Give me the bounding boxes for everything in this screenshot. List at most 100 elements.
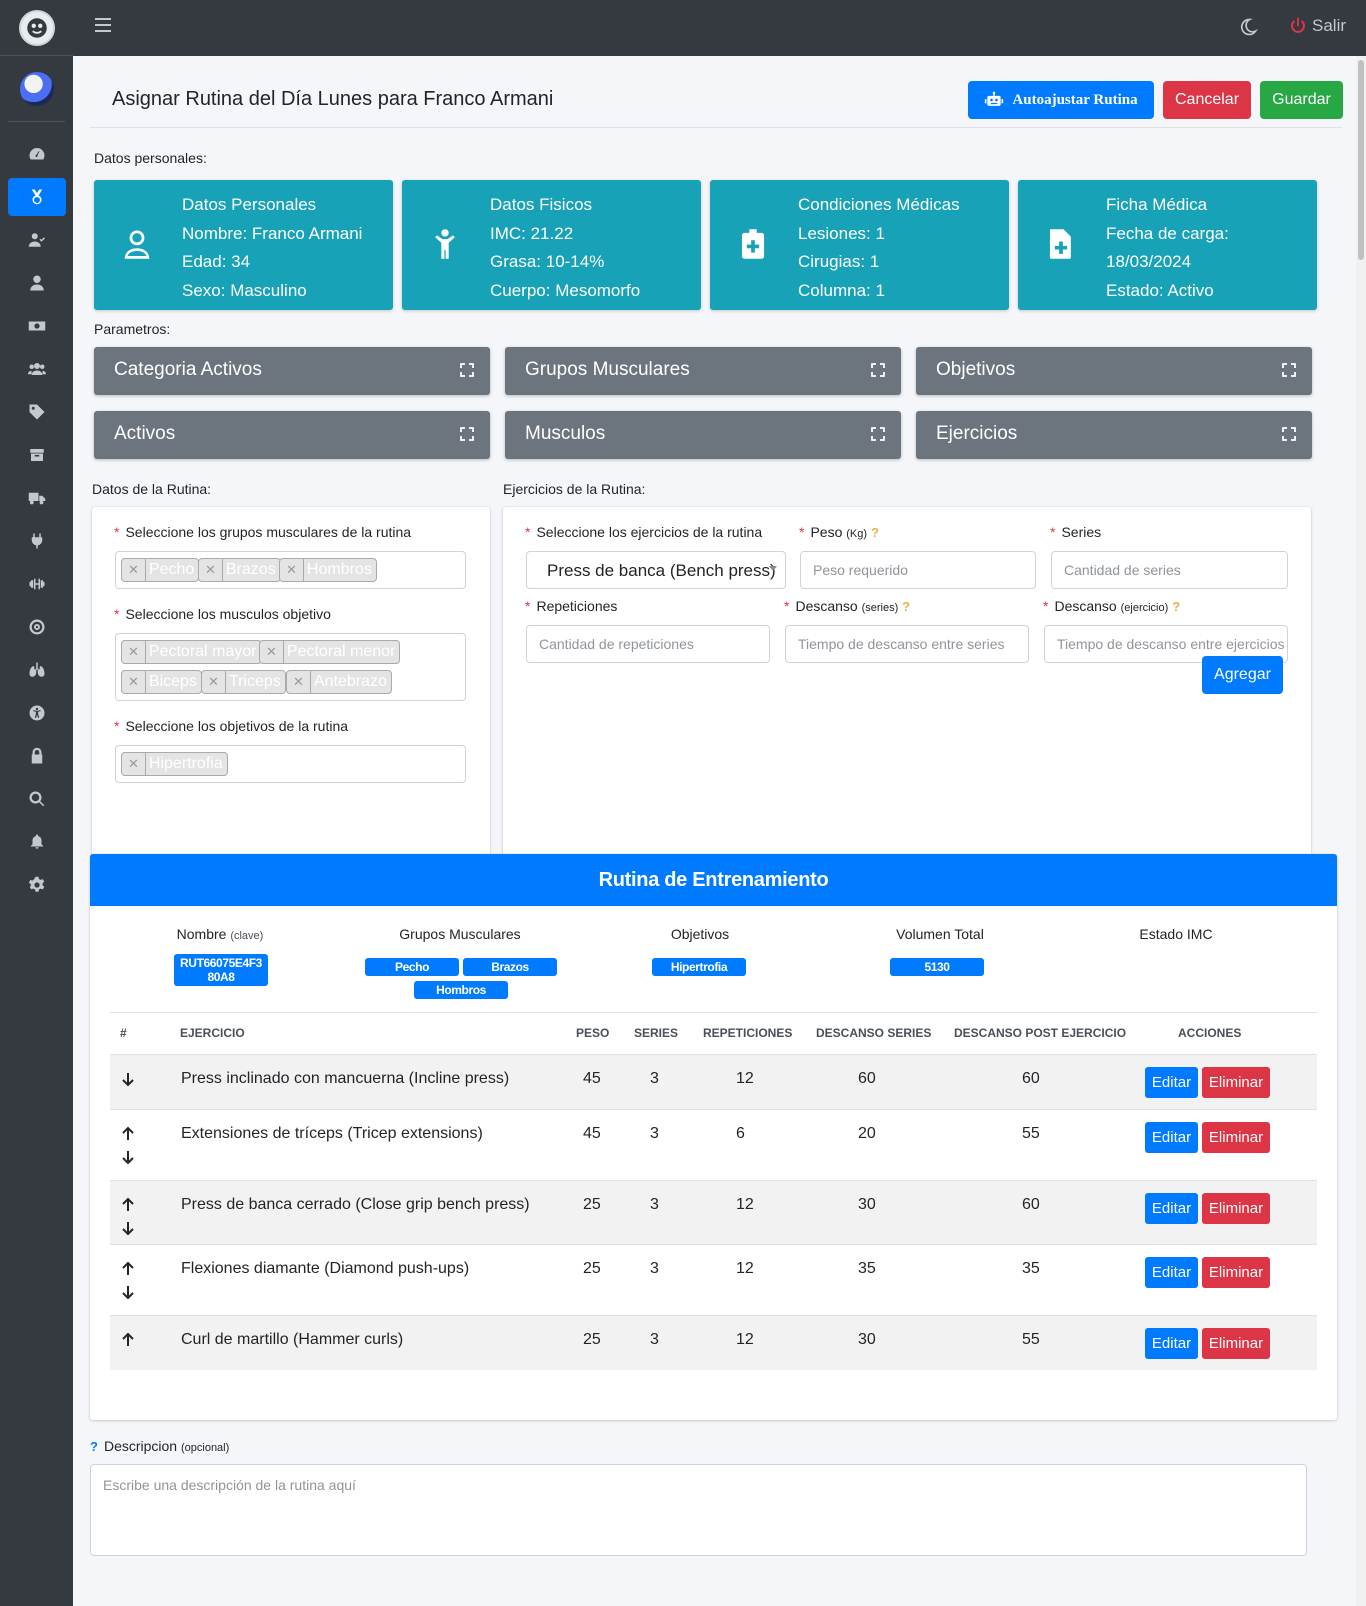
delete-button[interactable]: Eliminar (1202, 1193, 1270, 1224)
arrow-up-icon[interactable] (120, 1261, 136, 1277)
sidebar-item-notifications[interactable] (8, 823, 66, 861)
arrow-down-icon[interactable] (120, 1220, 136, 1236)
arrow-up-icon[interactable] (120, 1197, 136, 1213)
arrow-down-icon[interactable] (120, 1284, 136, 1300)
remove-icon[interactable]: ✕ (287, 671, 311, 693)
arrow-up-icon[interactable] (120, 1126, 136, 1142)
weight-input[interactable]: Peso requerido (800, 551, 1036, 589)
expand-icon[interactable] (1282, 363, 1296, 377)
autoajustar-button[interactable]: Autoajustar Rutina (968, 81, 1154, 119)
delete-button[interactable]: Eliminar (1202, 1328, 1270, 1359)
remove-icon[interactable]: ✕ (122, 753, 146, 775)
menu-toggle-icon[interactable] (95, 18, 111, 32)
goals-multiselect[interactable]: ✕ Hipertrofia (115, 745, 466, 783)
sidebar-item-users[interactable] (8, 350, 66, 388)
sidebar-item-accessibility[interactable] (8, 694, 66, 732)
sidebar-item-supplements[interactable] (8, 522, 66, 560)
table-row: Curl de martillo (Hammer curls) 25 3 12 30 55… (110, 1315, 1317, 1370)
groups-multiselect[interactable]: ✕ Pecho ✕ Brazos ✕ Hombros (115, 551, 466, 589)
brand-logo[interactable] (0, 0, 73, 56)
cancel-button[interactable]: Cancelar (1163, 81, 1251, 119)
reps-value: 12 (736, 1331, 754, 1348)
avatar[interactable] (19, 71, 54, 106)
exercise-select[interactable]: Press de banca (Bench press) (526, 551, 786, 589)
chip-hipertrofia[interactable]: ✕ Hipertrofia (121, 752, 228, 776)
param-card-ejercicios[interactable]: Ejercicios (916, 411, 1312, 459)
sidebar-item-settings[interactable] (8, 866, 66, 904)
chip-hombros[interactable]: ✕ Hombros (279, 558, 377, 582)
param-card-categoria-activos[interactable]: Categoria Activos (94, 347, 490, 395)
sidebar-item-goals[interactable] (8, 608, 66, 646)
question-icon: ? (870, 525, 879, 540)
chip-pecho[interactable]: ✕ Pecho (121, 558, 200, 582)
sidebar-item-dashboard[interactable] (8, 135, 66, 173)
info-box-physical: Datos Fisicos IMC: 21.22 Grasa: 10-14% C… (402, 180, 701, 310)
remove-icon[interactable]: ✕ (122, 559, 146, 581)
chip-pectoral-mayor[interactable]: ✕ Pectoral mayor (121, 640, 262, 664)
summary-groups-label: Grupos Musculares (399, 926, 521, 942)
expand-icon[interactable] (460, 363, 474, 377)
param-card-activos[interactable]: Activos (94, 411, 490, 459)
expand-icon[interactable] (871, 363, 885, 377)
edit-button[interactable]: Editar (1145, 1122, 1198, 1153)
param-card-objetivos[interactable]: Objetivos (916, 347, 1312, 395)
sidebar-item-payments[interactable] (8, 307, 66, 345)
series-input[interactable]: Cantidad de series (1051, 551, 1288, 589)
expand-icon[interactable] (871, 427, 885, 441)
remove-icon[interactable]: ✕ (122, 671, 146, 693)
reps-input[interactable]: Cantidad de repeticiones (526, 625, 770, 663)
sidebar-item-security[interactable] (8, 737, 66, 775)
edit-button[interactable]: Editar (1145, 1257, 1198, 1288)
remove-icon[interactable]: ✕ (202, 671, 226, 693)
chip-antebrazo[interactable]: ✕ Antebrazo (286, 670, 392, 694)
description-textarea[interactable]: Escribe una descripción de la rutina aqu… (90, 1464, 1307, 1556)
param-card-grupos-musculares[interactable]: Grupos Musculares (505, 347, 901, 395)
sidebar-item-tags[interactable] (8, 393, 66, 431)
scrollbar-thumb[interactable] (1358, 60, 1364, 260)
sidebar (0, 0, 73, 1606)
muscles-multiselect[interactable]: ✕ Pectoral mayor ✕ Pectoral menor ✕ Biceps … (115, 633, 466, 701)
remove-icon[interactable]: ✕ (260, 641, 284, 663)
volume-badge: 5130 (890, 958, 984, 976)
arrow-up-icon[interactable] (120, 1332, 136, 1348)
arrow-down-icon[interactable] (120, 1149, 136, 1165)
logout-button[interactable]: Salir (1289, 16, 1346, 36)
chip-brazos[interactable]: ✕ Brazos (198, 558, 281, 582)
param-card-musculos[interactable]: Musculos (505, 411, 901, 459)
arrow-down-icon[interactable] (120, 1071, 136, 1087)
page-scrollbar[interactable] (1356, 56, 1366, 1606)
remove-icon[interactable]: ✕ (280, 559, 304, 581)
chip-triceps[interactable]: ✕ Triceps (201, 670, 286, 694)
logout-label: Salir (1312, 16, 1347, 35)
moon-icon[interactable] (1238, 17, 1258, 37)
remove-icon[interactable]: ✕ (199, 559, 223, 581)
expand-icon[interactable] (1282, 427, 1296, 441)
rest-series-input[interactable]: Tiempo de descanso entre series (785, 625, 1029, 663)
save-button[interactable]: Guardar (1260, 81, 1343, 119)
add-exercise-button[interactable]: Agregar (1202, 656, 1283, 694)
sidebar-item-equipment[interactable] (8, 565, 66, 603)
rest-post-value: 60 (1022, 1196, 1040, 1213)
delete-button[interactable]: Eliminar (1202, 1067, 1270, 1098)
sidebar-item-lungs[interactable] (8, 651, 66, 689)
chip-pectoral-menor[interactable]: ✕ Pectoral menor (259, 640, 401, 664)
edit-button[interactable]: Editar (1145, 1193, 1198, 1224)
info-record-date-label: Fecha de carga: (1106, 223, 1229, 243)
col-series: Series (634, 1026, 679, 1040)
sidebar-item-routines[interactable] (7, 178, 66, 216)
edit-button[interactable]: Editar (1145, 1328, 1198, 1359)
delete-button[interactable]: Eliminar (1202, 1122, 1270, 1153)
users-icon (27, 363, 46, 375)
chip-biceps[interactable]: ✕ Biceps (121, 670, 202, 694)
user-panel[interactable] (8, 56, 65, 122)
delete-button[interactable]: Eliminar (1202, 1257, 1270, 1288)
sidebar-item-user-check[interactable] (8, 221, 66, 259)
sidebar-item-search[interactable] (8, 780, 66, 818)
edit-button[interactable]: Editar (1145, 1067, 1198, 1098)
remove-icon[interactable]: ✕ (122, 641, 146, 663)
reps-value: 12 (736, 1260, 754, 1277)
sidebar-item-inventory[interactable] (8, 436, 66, 474)
expand-icon[interactable] (460, 427, 474, 441)
sidebar-item-shipping[interactable] (8, 479, 66, 517)
sidebar-item-user[interactable] (8, 264, 66, 302)
